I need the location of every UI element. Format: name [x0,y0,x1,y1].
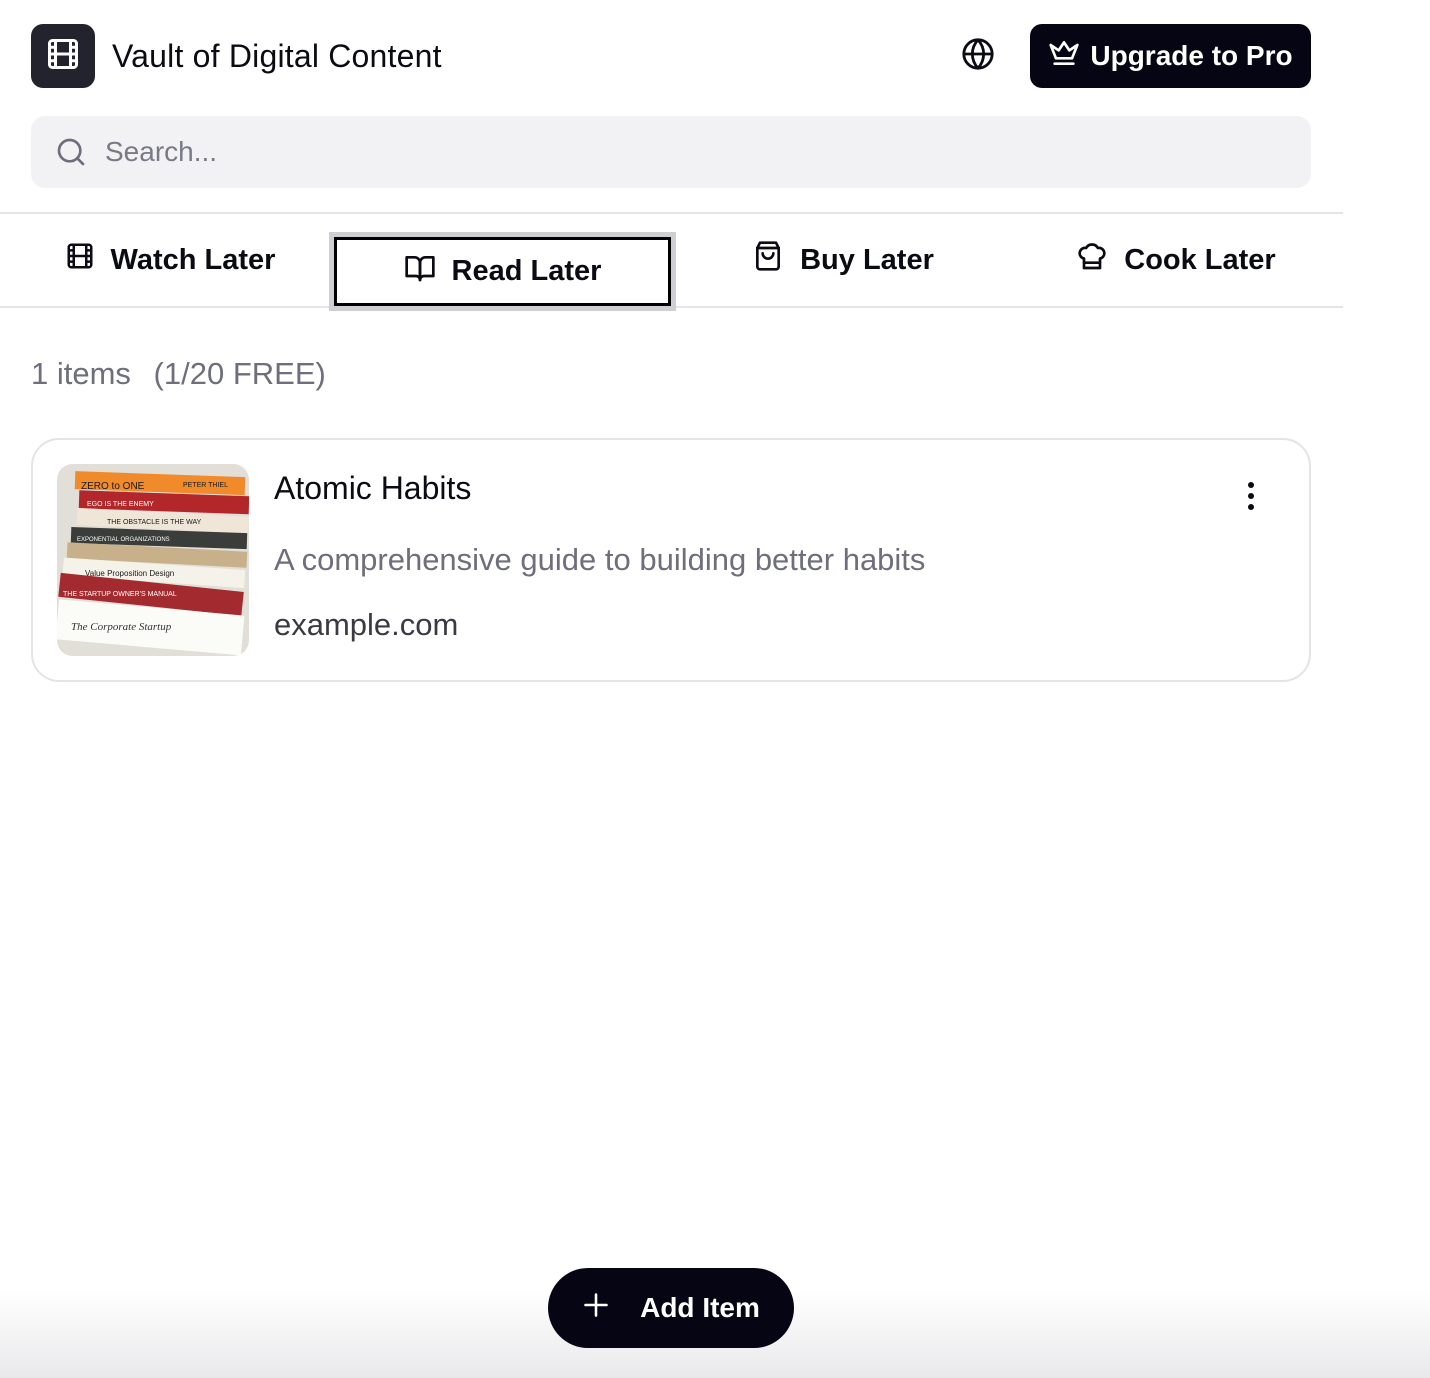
thumb-text-1: PETER THIEL [183,482,228,489]
shopping-bag-icon [752,240,784,280]
thumb-text-7: The Corporate Startup [71,621,172,633]
globe-icon [961,37,995,76]
tab-label: Read Later [451,255,602,287]
items-summary: 1 items (1/20 FREE) [31,356,326,392]
thumb-text-6: THE STARTUP OWNER'S MANUAL [63,591,177,598]
thumb-text-4: EXPONENTIAL ORGANIZATIONS [77,537,170,543]
tab-label: Buy Later [800,243,934,276]
items-count: 1 items [31,356,131,391]
search-bar[interactable] [31,116,1311,188]
tab-cook-later[interactable]: Cook Later [1076,214,1276,306]
book-stack-image: ZERO to ONE PETER THIEL EGO IS THE ENEMY… [57,464,249,656]
tab-read-later[interactable]: Read Later [329,232,676,311]
search-input[interactable] [105,136,1255,168]
book-open-icon [404,252,436,292]
list-item[interactable]: ZERO to ONE PETER THIEL EGO IS THE ENEMY… [31,438,1311,682]
thumb-text-5: Value Proposition Design [85,569,174,578]
item-thumbnail: ZERO to ONE PETER THIEL EGO IS THE ENEMY… [57,464,249,656]
more-vertical-icon [1247,481,1255,516]
film-icon [45,36,81,77]
chef-hat-icon [1076,240,1108,280]
upgrade-label: Upgrade to Pro [1090,40,1293,71]
item-menu-button[interactable] [1233,478,1269,518]
add-item-button[interactable]: Add Item [548,1268,794,1348]
tab-label: Cook Later [1124,243,1276,276]
search-icon [55,136,87,168]
film-icon [65,241,95,279]
app-root: Vault of Digital Content Upgrade to Pro [0,0,1430,1378]
language-button[interactable] [952,30,1004,82]
app-header: Vault of Digital Content Upgrade to Pro [31,24,1311,88]
category-tabs: Watch Later Read Later Buy Later Cook La… [0,212,1343,311]
upgrade-to-pro-button[interactable]: Upgrade to Pro [1030,24,1311,88]
crown-icon [1048,37,1080,76]
thumb-text-2: EGO IS THE ENEMY [87,501,154,508]
tab-label: Watch Later [110,243,276,276]
plus-icon [582,1291,610,1326]
app-logo [31,24,95,88]
add-item-label: Add Item [640,1292,760,1323]
quota-label: (1/20 FREE) [153,356,326,391]
thumb-text-3: THE OBSTACLE IS THE WAY [107,519,202,526]
thumb-text-0: ZERO to ONE [81,481,145,492]
app-title: Vault of Digital Content [112,37,442,74]
item-description: A comprehensive guide to building better… [274,542,926,577]
item-title[interactable]: Atomic Habits [274,470,471,507]
tab-buy-later[interactable]: Buy Later [748,214,938,306]
item-domain[interactable]: example.com [274,607,458,643]
tab-watch-later[interactable]: Watch Later [60,214,280,306]
